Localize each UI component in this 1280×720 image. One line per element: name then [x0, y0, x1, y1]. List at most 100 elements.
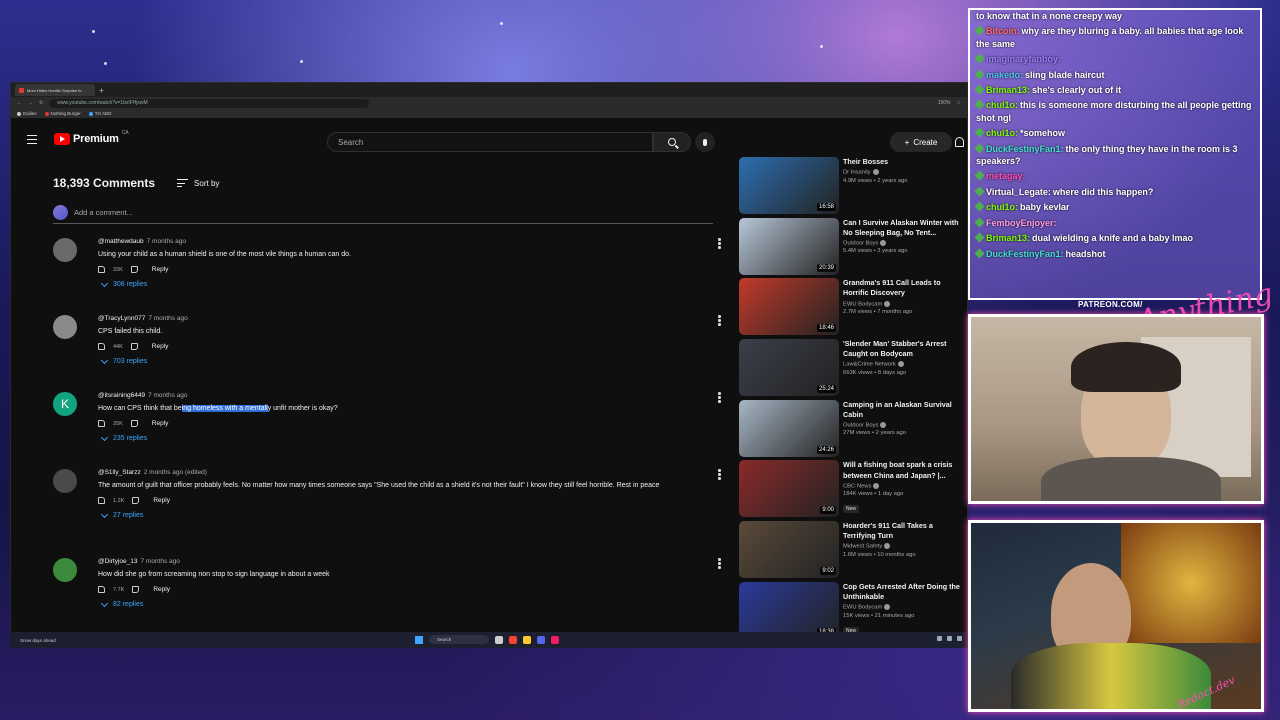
video-title[interactable]: Hoarder's 911 Call Takes a Terrifying Tu…	[843, 521, 965, 541]
avatar[interactable]: K	[53, 392, 77, 416]
tray-icon[interactable]	[937, 636, 942, 641]
related-video[interactable]: 20:39 Can I Survive Alaskan Winter with N…	[739, 217, 967, 279]
chat-username[interactable]: imaginaryfanboy:	[986, 54, 1061, 64]
reply-button[interactable]: Reply	[153, 497, 170, 504]
reply-button[interactable]: Reply	[153, 586, 170, 593]
url-field[interactable]: www.youtube.com/watch?v=1bzlFHjxwM	[49, 98, 370, 108]
video-thumbnail[interactable]: 9:00	[739, 460, 839, 518]
more-options-icon[interactable]	[718, 238, 721, 250]
comment-author[interactable]: @S1lly_Starzz	[98, 469, 141, 476]
more-options-icon[interactable]	[718, 315, 721, 327]
like-icon[interactable]	[98, 586, 105, 594]
video-channel[interactable]: Outdoor Boys	[843, 421, 965, 428]
bookmark-item[interactable]: TO ADD	[88, 111, 111, 116]
reply-button[interactable]: Reply	[152, 343, 169, 350]
search-button[interactable]	[653, 132, 691, 152]
sort-by-button[interactable]: Sort by	[177, 179, 219, 188]
comment-author[interactable]: @TracyLynn077	[98, 315, 145, 322]
related-video[interactable]: 9:00 Will a fishing boat spark a crisis b…	[739, 460, 967, 521]
taskbar-search[interactable]: Search	[429, 635, 489, 644]
chat-username[interactable]: FemboyEnjoyer:	[986, 218, 1057, 228]
dislike-icon[interactable]	[130, 266, 138, 274]
video-thumbnail[interactable]: 18:38	[739, 581, 839, 639]
browser-icon[interactable]	[509, 635, 517, 644]
video-title[interactable]: Will a fishing boat spark a crisis betwe…	[843, 460, 965, 480]
video-title[interactable]: Their Bosses	[843, 157, 965, 167]
browser-tab[interactable]: Mom Hides Horrific Surprise fo	[15, 84, 95, 96]
avatar[interactable]	[53, 469, 77, 493]
reply-button[interactable]: Reply	[152, 266, 169, 273]
zoom-indicator[interactable]: 150%	[938, 100, 951, 106]
dislike-icon[interactable]	[132, 586, 140, 594]
video-thumbnail[interactable]: 20:39	[739, 217, 839, 275]
video-channel[interactable]: Outdoor Boys	[843, 239, 965, 246]
file-explorer-icon[interactable]	[495, 635, 503, 644]
chat-username[interactable]: chul1o:	[986, 202, 1018, 212]
like-icon[interactable]	[98, 497, 105, 505]
bookmark-item[interactable]: Nothing Burger	[44, 111, 81, 116]
youtube-logo[interactable]: Premium CA	[54, 130, 129, 145]
chat-username[interactable]: DuckFestinyFan1:	[986, 249, 1064, 259]
bookmark-item[interactable]: Dailies	[17, 111, 37, 116]
avatar[interactable]	[53, 238, 77, 262]
app-icon[interactable]	[551, 635, 559, 644]
video-channel[interactable]: Midwest Safety	[843, 543, 965, 550]
video-title[interactable]: Grandma's 911 Call Leads to Horrific Dis…	[843, 278, 965, 298]
weather-widget[interactable]: Snow days ahead	[20, 638, 56, 643]
replies-toggle[interactable]: 703 replies	[98, 356, 734, 365]
comment-author[interactable]: @itsraining6449	[98, 392, 145, 399]
comment-author[interactable]: @Dirtyjoe_13	[98, 558, 137, 565]
chat-username[interactable]: makedo:	[986, 70, 1023, 80]
video-thumbnail[interactable]: 25:24	[739, 339, 839, 397]
add-comment-field[interactable]: Add a comment...	[53, 205, 713, 224]
replies-toggle[interactable]: 308 replies	[98, 279, 734, 288]
video-thumbnail[interactable]: 16:58	[739, 157, 839, 214]
windows-start-icon[interactable]	[415, 635, 423, 644]
video-channel[interactable]: EWU Bodycam	[843, 300, 965, 307]
related-video[interactable]: 16:58 Their Bosses Dr Insanity 4.9M views •…	[739, 157, 967, 218]
discord-icon[interactable]	[537, 635, 545, 644]
more-options-icon[interactable]	[718, 392, 721, 404]
chat-username[interactable]: Briman13:	[986, 85, 1030, 95]
video-channel[interactable]: EWU Bodycam	[843, 603, 965, 611]
folder-icon[interactable]	[523, 635, 531, 644]
search-input[interactable]: Search	[327, 132, 653, 152]
chat-username[interactable]: chul1o:	[986, 128, 1018, 138]
replies-toggle[interactable]: 235 replies	[98, 433, 734, 442]
chat-username[interactable]: chul1o:	[986, 100, 1018, 110]
back-icon[interactable]: ←	[17, 100, 22, 106]
like-icon[interactable]	[98, 343, 105, 351]
avatar[interactable]	[53, 558, 77, 582]
video-thumbnail[interactable]: 9:02	[739, 521, 839, 579]
video-thumbnail[interactable]: 24:26	[739, 399, 839, 457]
more-options-icon[interactable]	[718, 469, 721, 481]
reply-button[interactable]: Reply	[152, 420, 169, 427]
video-channel[interactable]: Dr Insanity	[843, 169, 965, 176]
dislike-icon[interactable]	[130, 420, 138, 428]
like-icon[interactable]	[98, 420, 105, 428]
new-tab-icon[interactable]: +	[99, 86, 104, 95]
bookmark-star-icon[interactable]: ☆	[957, 100, 961, 106]
replies-toggle[interactable]: 82 replies	[98, 599, 734, 608]
more-options-icon[interactable]	[718, 558, 721, 570]
voice-search-button[interactable]	[695, 132, 715, 152]
chat-username[interactable]: Bitcoin:	[986, 26, 1020, 36]
comment-author[interactable]: @matthewdaub	[98, 238, 144, 245]
tray-icon[interactable]	[957, 636, 962, 641]
forward-icon[interactable]: →	[28, 100, 33, 106]
replies-toggle[interactable]: 27 replies	[98, 510, 734, 519]
video-title[interactable]: Camping in an Alaskan Survival Cabin	[843, 400, 965, 420]
related-video[interactable]: 25:24 'Slender Man' Stabber's Arrest Caug…	[739, 339, 967, 400]
video-channel[interactable]: CBC News	[843, 482, 965, 489]
video-title[interactable]: Cop Gets Arrested After Doing the Unthin…	[843, 582, 965, 602]
video-thumbnail[interactable]: 18:46	[739, 278, 839, 336]
related-video[interactable]: 24:26 Camping in an Alaskan Survival Cabi…	[739, 399, 967, 461]
create-button[interactable]: + Create	[890, 132, 952, 152]
chat-username[interactable]: Virtual_Legate:	[986, 187, 1051, 197]
related-video[interactable]: 18:46 Grandma's 911 Call Leads to Horrifi…	[739, 278, 967, 339]
video-title[interactable]: Can I Survive Alaskan Winter with No Sle…	[843, 218, 965, 238]
dislike-icon[interactable]	[130, 343, 138, 351]
related-video[interactable]: 9:02 Hoarder's 911 Call Takes a Terrifyin…	[739, 521, 967, 582]
tray-icon[interactable]	[947, 636, 952, 641]
video-title[interactable]: 'Slender Man' Stabber's Arrest Caught on…	[843, 339, 965, 359]
